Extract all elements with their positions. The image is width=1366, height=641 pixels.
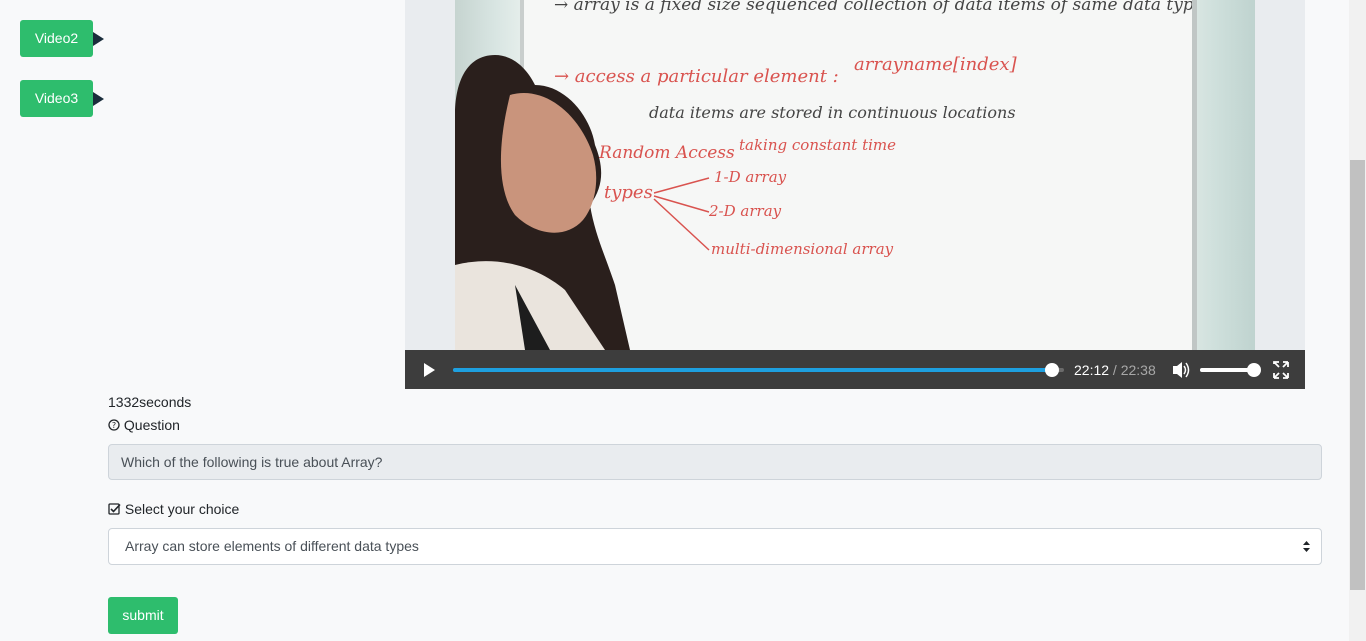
- board-type-3: multi-dimensional array: [711, 240, 894, 258]
- time-separator: /: [1109, 362, 1121, 378]
- video-frame[interactable]: → array is a fixed size sequenced collec…: [455, 0, 1255, 350]
- video-player[interactable]: → array is a fixed size sequenced collec…: [405, 0, 1305, 389]
- question-field: Which of the following is true about Arr…: [108, 444, 1322, 480]
- play-arrow-icon: [93, 92, 104, 106]
- progress-bar[interactable]: [453, 363, 1064, 377]
- choice-label-row: Select your choice: [108, 501, 239, 517]
- video2-button[interactable]: Video2: [20, 20, 104, 57]
- time-display: 22:12 / 22:38: [1074, 350, 1156, 389]
- page-scrollbar[interactable]: [1349, 0, 1366, 641]
- progress-knob[interactable]: [1044, 363, 1059, 377]
- current-time: 22:12: [1074, 362, 1110, 378]
- choice-select[interactable]: Array can store elements of different da…: [108, 528, 1322, 565]
- volume-slider[interactable]: [1200, 363, 1261, 377]
- duration: 22:38: [1120, 362, 1156, 378]
- video3-label: Video3: [34, 90, 79, 106]
- board-line-1: → array is a fixed size sequenced collec…: [554, 0, 1192, 15]
- check-square-icon: [108, 501, 125, 517]
- volume-knob[interactable]: [1247, 363, 1261, 377]
- play-icon[interactable]: [421, 350, 437, 389]
- video2-label: Video2: [34, 30, 79, 46]
- choice-label: Select your choice: [124, 501, 240, 517]
- choice-selected-value: Array can store elements of different da…: [125, 538, 419, 554]
- board-line-4b: taking constant time: [739, 136, 896, 154]
- question-label-row: ? Question: [108, 417, 180, 433]
- question-label: Question: [123, 417, 180, 433]
- elapsed-seconds: 1332seconds: [108, 394, 192, 410]
- instructor-figure: [455, 55, 630, 350]
- volume-icon[interactable]: [1171, 350, 1191, 389]
- fullscreen-icon[interactable]: [1272, 350, 1290, 389]
- board-type-2: 2-D array: [708, 202, 782, 220]
- video-controls: 22:12 / 22:38: [405, 350, 1305, 389]
- scrollbar-thumb[interactable]: [1350, 160, 1365, 590]
- submit-button[interactable]: submit: [108, 597, 178, 634]
- volume-fill: [1200, 368, 1254, 372]
- question-circle-icon: ?: [108, 417, 124, 433]
- board-line-2b: arrayname[index]: [854, 54, 1018, 75]
- board-type-1: 1-D array: [714, 168, 787, 186]
- select-caret-icon: [1302, 529, 1311, 564]
- svg-text:?: ?: [112, 421, 116, 430]
- play-arrow-icon: [93, 32, 104, 46]
- progress-fill: [453, 368, 1052, 372]
- video3-button[interactable]: Video3: [20, 80, 104, 117]
- board-line-3: data items are stored in continuous loca…: [649, 103, 1016, 122]
